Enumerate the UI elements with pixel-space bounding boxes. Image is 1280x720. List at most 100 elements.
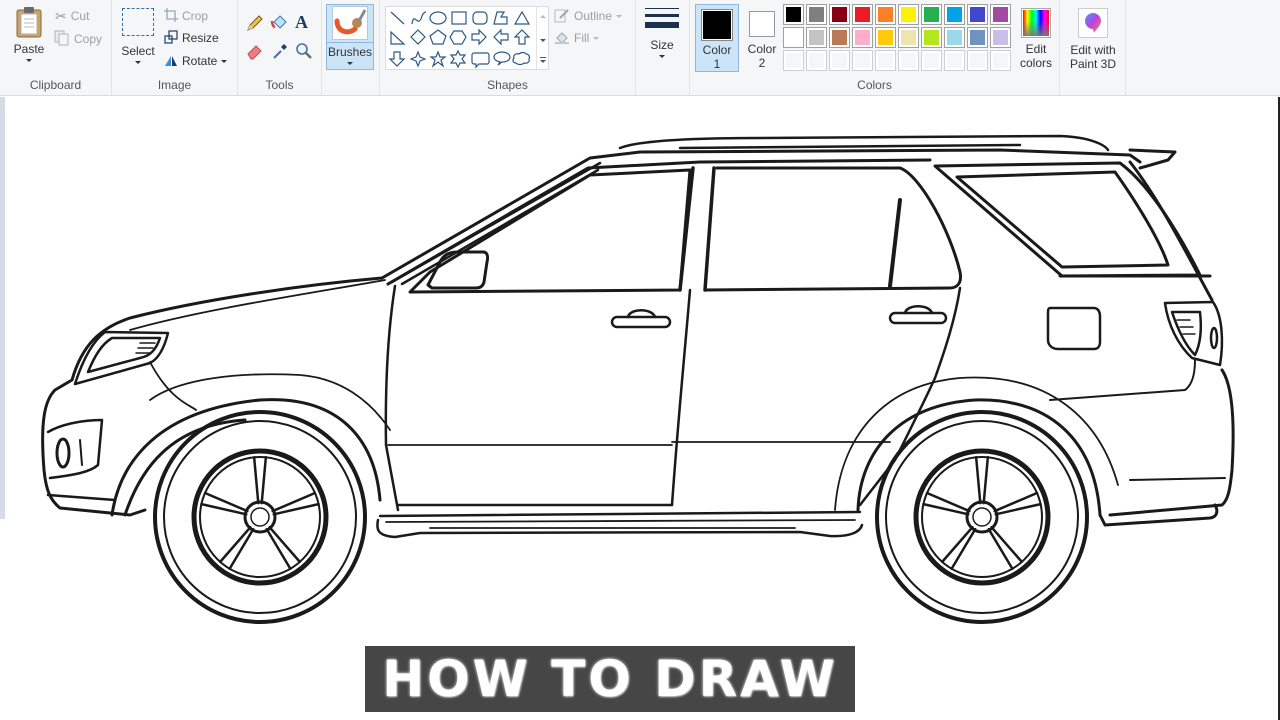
chevron-down-icon	[659, 55, 665, 58]
palette-color-swatch[interactable]	[806, 27, 827, 48]
palette-color-swatch[interactable]	[921, 27, 942, 48]
shape-triangle[interactable]	[513, 10, 531, 25]
palette-color-swatch[interactable]	[944, 27, 965, 48]
palette-color-swatch[interactable]	[967, 4, 988, 25]
swatch-fill	[993, 53, 1008, 68]
wheel-spoke	[993, 491, 1039, 513]
wheel-spoke	[271, 491, 317, 513]
outline-button[interactable]: Outline	[554, 6, 623, 26]
shape-oval-callout[interactable]	[493, 51, 511, 66]
scroll-down-icon[interactable]	[540, 39, 546, 42]
color1-label: Color	[702, 43, 732, 57]
color2-button[interactable]: Color 2	[742, 4, 782, 72]
fill-button[interactable]: Fill	[554, 28, 600, 48]
size-group: Size	[636, 0, 690, 96]
shape-four-point-star[interactable]	[409, 50, 427, 68]
pencil-tool[interactable]	[246, 14, 264, 35]
color2-swatch	[749, 11, 775, 37]
shapes-gallery[interactable]	[385, 6, 549, 70]
edit-with-paint3d-button[interactable]: Edit with Paint 3D	[1064, 6, 1122, 72]
shape-five-point-star[interactable]	[429, 50, 447, 68]
palette-color-swatch[interactable]	[898, 4, 919, 25]
palette-custom-slot[interactable]	[852, 50, 873, 71]
palette-color-swatch[interactable]	[829, 27, 850, 48]
eraser-tool[interactable]	[246, 42, 264, 63]
cut-button[interactable]: ✂ Cut	[55, 6, 89, 26]
palette-color-swatch[interactable]	[852, 4, 873, 25]
gallery-expand-icon[interactable]	[540, 57, 546, 58]
palette-color-swatch[interactable]	[921, 4, 942, 25]
palette-custom-slot[interactable]	[875, 50, 896, 71]
select-button[interactable]: Select	[118, 6, 158, 72]
shape-polygon[interactable]	[493, 11, 508, 25]
shape-right-arrow[interactable]	[471, 28, 487, 46]
shape-hexagon[interactable]	[449, 30, 467, 45]
palette-color-swatch[interactable]	[944, 4, 965, 25]
shape-right-triangle[interactable]	[390, 30, 406, 45]
color1-button[interactable]: Color 1	[695, 4, 739, 72]
resize-icon	[164, 29, 178, 47]
brushes-button[interactable]: Brushes	[326, 4, 374, 70]
swatch-fill	[786, 30, 801, 45]
palette-custom-slot[interactable]	[944, 50, 965, 71]
shape-oval[interactable]	[429, 11, 447, 25]
resize-button[interactable]: Resize	[164, 28, 219, 48]
palette-custom-slot[interactable]	[921, 50, 942, 71]
image-group-label: Image	[157, 78, 192, 92]
wheel-spoke	[203, 491, 249, 513]
palette-color-swatch[interactable]	[967, 27, 988, 48]
gallery-scroll[interactable]	[536, 7, 548, 69]
color-picker-tool[interactable]	[271, 42, 289, 63]
swatch-fill	[809, 7, 824, 22]
brushes-group: Brushes	[322, 0, 380, 96]
palette-color-swatch[interactable]	[829, 4, 850, 25]
palette-color-swatch[interactable]	[990, 4, 1011, 25]
palette-color-swatch[interactable]	[990, 27, 1011, 48]
line-width-icon	[645, 8, 679, 28]
tools-group-label: Tools	[265, 78, 294, 92]
palette-color-swatch[interactable]	[875, 27, 896, 48]
magnifier-tool[interactable]	[295, 42, 313, 63]
color2-label: Color	[747, 42, 777, 56]
shape-pentagon[interactable]	[429, 29, 447, 45]
select-label: Select	[121, 44, 155, 58]
palette-color-swatch[interactable]	[806, 4, 827, 25]
size-button[interactable]: Size	[642, 6, 682, 72]
shape-up-arrow[interactable]	[513, 29, 531, 45]
shape-line[interactable]	[390, 11, 405, 25]
shape-rectangle[interactable]	[451, 11, 467, 25]
palette-custom-slot[interactable]	[783, 50, 804, 71]
shape-six-point-star[interactable]	[449, 49, 467, 69]
shape-left-arrow[interactable]	[493, 28, 509, 46]
eraser-icon	[246, 45, 264, 63]
palette-color-swatch[interactable]	[898, 27, 919, 48]
wheel-spoke	[987, 527, 1014, 571]
palette-custom-slot[interactable]	[806, 50, 827, 71]
shapes-group-label: Shapes	[487, 78, 528, 92]
text-tool[interactable]: A	[295, 12, 308, 33]
shape-rounded-rectangle[interactable]	[472, 11, 488, 25]
shape-curve[interactable]	[411, 11, 427, 25]
palette-custom-slot[interactable]	[990, 50, 1011, 71]
swatch-fill	[878, 7, 893, 22]
crop-button[interactable]: Crop	[164, 6, 208, 26]
palette-color-swatch[interactable]	[783, 27, 804, 48]
palette-custom-slot[interactable]	[898, 50, 919, 71]
rotate-button[interactable]: Rotate	[164, 51, 228, 71]
shape-diamond[interactable]	[410, 29, 426, 45]
shape-rounded-callout[interactable]	[471, 52, 490, 69]
tail-light	[1163, 300, 1224, 367]
paste-button[interactable]: Paste	[6, 4, 52, 74]
edit-colors-button[interactable]: Edit colors	[1016, 6, 1056, 72]
copy-button[interactable]: Copy	[54, 29, 102, 49]
palette-color-swatch[interactable]	[783, 4, 804, 25]
palette-custom-slot[interactable]	[829, 50, 850, 71]
shape-down-arrow[interactable]	[388, 51, 406, 67]
palette-custom-slot[interactable]	[967, 50, 988, 71]
shape-cloud-callout[interactable]	[512, 51, 530, 66]
palette-color-swatch[interactable]	[875, 4, 896, 25]
scroll-up-icon[interactable]	[540, 15, 546, 18]
palette-color-swatch[interactable]	[852, 27, 873, 48]
fill-tool[interactable]	[270, 14, 288, 35]
wheel-spoke	[940, 525, 974, 564]
